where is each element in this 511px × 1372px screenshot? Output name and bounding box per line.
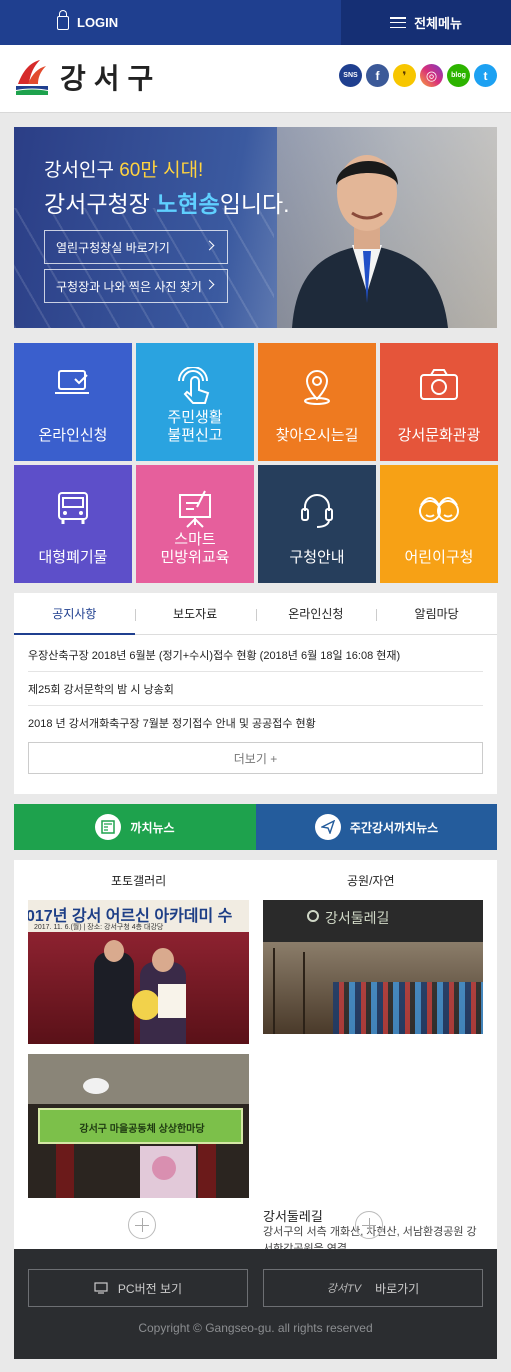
more-button[interactable]: 더보기 + <box>28 742 483 774</box>
park-name[interactable]: 강서둘레길 <box>263 1206 323 1225</box>
site-footer: PC버전 보기 강서TV 바로가기 Copyright © Gangseo-gu… <box>14 1249 497 1359</box>
mayor-photo <box>292 155 448 328</box>
list-item[interactable]: 2018 년 강서개화축구장 7월분 정기접수 안내 및 공공접수 현황 <box>28 706 483 740</box>
quick-menu-tiles: 온라인신청 주민생활 불편신고 찾아오시는길 강서문화관광 대형폐기물 스마트 … <box>14 343 498 583</box>
map-pin-icon <box>304 369 330 405</box>
tile-complaint-report[interactable]: 주민생활 불편신고 <box>136 343 254 461</box>
login-button[interactable]: LOGIN <box>0 0 341 45</box>
logo-text: 강서구 <box>60 63 162 94</box>
presentation-board-icon <box>179 490 211 528</box>
truck-icon <box>58 492 88 524</box>
instagram-icon[interactable]: ◎ <box>420 64 443 87</box>
gallery-section: 포토갤러리 공원/자연 017년 강서 어르신 아카데미 수 2017. 11.… <box>14 860 497 1255</box>
photo-gallery-title: 포토갤러리 <box>111 874 167 888</box>
tile-bulky-waste[interactable]: 대형폐기물 <box>14 465 132 583</box>
tab-online-application[interactable]: 온라인신청 <box>255 593 377 634</box>
kkachi-news-button[interactable]: 까치뉴스 <box>14 804 256 850</box>
top-bar: LOGIN 전체메뉴 <box>0 0 511 45</box>
weekly-kkachi-news-button[interactable]: 주간강서까치뉴스 <box>256 804 497 850</box>
twitter-icon[interactable]: t <box>474 64 497 87</box>
open-mayor-office-button[interactable]: 열린구청장실 바로가기 <box>44 230 228 264</box>
chevron-right-icon <box>204 279 215 290</box>
gallery-photo-academy[interactable]: 017년 강서 어르신 아카데미 수 2017. 11. 6.(월) | 장소:… <box>28 900 249 1044</box>
sns-links: SNS f ❜ ◎ blog t <box>339 64 497 87</box>
tile-kids-office[interactable]: 어린이구청 <box>380 465 498 583</box>
list-item[interactable]: 우장산축구장 2018년 6월분 (정기+수시)접수 현황 (2018년 6월 … <box>28 638 483 672</box>
gallery-photo-community[interactable]: 강서구 마을공동체 상상한마당 <box>28 1054 249 1198</box>
gangseo-tv-logo: 강서TV <box>326 1283 362 1295</box>
pc-version-button[interactable]: PC버전 보기 <box>28 1269 248 1307</box>
hamburger-icon <box>390 17 407 28</box>
paper-plane-icon <box>314 814 341 840</box>
tile-culture-tourism[interactable]: 강서문화관광 <box>380 343 498 461</box>
facebook-icon[interactable]: f <box>366 64 389 87</box>
chevron-right-icon <box>204 240 215 251</box>
notice-tabs: 공지사항 보도자료 온라인신청 알림마당 <box>14 593 497 635</box>
tab-press-release[interactable]: 보도자료 <box>134 593 256 634</box>
list-item[interactable]: 제25회 강서문학의 밤 시 낭송회 <box>28 672 483 706</box>
tile-smart-civil-defense[interactable]: 스마트 민방위교육 <box>136 465 254 583</box>
mayor-banner[interactable]: 강서인구 60만 시대! 강서구청장 노현송입니다. 열린구청장실 바로가기 구… <box>14 127 497 328</box>
gangseo-emblem-icon <box>14 58 50 96</box>
all-menu-button[interactable]: 전체메뉴 <box>341 0 511 45</box>
copyright: Copyright © Gangseo-gu. all rights reser… <box>138 1321 373 1335</box>
tile-office-guide[interactable]: 구청안내 <box>258 465 376 583</box>
park-nature-title: 공원/자연 <box>347 874 395 888</box>
tab-notice[interactable]: 공지사항 <box>14 593 135 635</box>
notice-board: 공지사항 보도자료 온라인신청 알림마당 우장산축구장 2018년 6월분 (정… <box>14 593 497 794</box>
park-more-button[interactable] <box>355 1211 383 1239</box>
all-menu-label: 전체메뉴 <box>414 16 462 31</box>
laptop-check-icon <box>55 370 89 394</box>
newspaper-icon <box>95 814 122 840</box>
site-header: 강서구 SNS f ❜ ◎ blog t <box>0 45 511 113</box>
gangseo-tv-button[interactable]: 강서TV 바로가기 <box>263 1269 483 1307</box>
lock-icon <box>57 9 69 30</box>
park-photo[interactable]: 강서둘레길 <box>263 900 483 1034</box>
site-logo[interactable]: 강서구 <box>14 57 161 97</box>
find-photo-button[interactable]: 구청장과 나와 찍은 사진 찾기 <box>44 269 228 303</box>
sns-gangseo-icon[interactable]: SNS <box>339 64 362 87</box>
login-label: LOGIN <box>77 15 119 30</box>
monitor-icon <box>94 1282 108 1294</box>
tab-announcements[interactable]: 알림마당 <box>376 593 497 634</box>
tile-online-application[interactable]: 온라인신청 <box>14 343 132 461</box>
touch-hand-icon <box>178 367 210 404</box>
photo-gallery-more-button[interactable] <box>128 1211 156 1239</box>
camera-icon <box>420 369 458 400</box>
tile-directions[interactable]: 찾아오시는길 <box>258 343 376 461</box>
blog-icon[interactable]: blog <box>447 64 470 87</box>
kakaostory-icon[interactable]: ❜ <box>393 64 416 87</box>
banner-headline-1: 강서인구 60만 시대! <box>44 160 204 181</box>
headset-icon <box>301 494 333 528</box>
children-faces-icon <box>419 497 459 522</box>
banner-headline-2: 강서구청장 노현송입니다. <box>44 191 290 217</box>
